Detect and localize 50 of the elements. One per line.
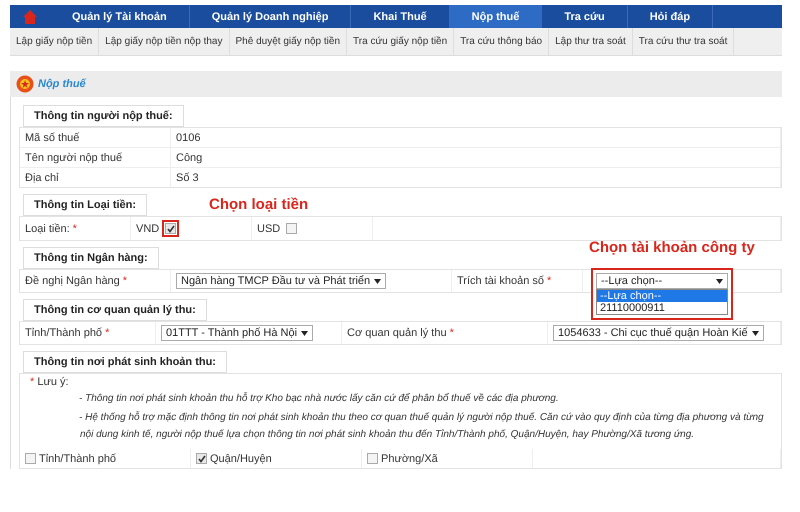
field-label: Mã số thuế [20,128,171,147]
checkbox[interactable] [196,453,207,464]
checkbox[interactable] [25,453,36,464]
caret-icon [374,278,382,284]
account-select[interactable]: --Lựa chọn-- [596,273,728,289]
section-title: Thông tin Loại tiền: [23,194,148,216]
dropdown-option[interactable]: --Lựa chọn-- [597,290,727,302]
field-value: Công [171,148,781,167]
subnav-link[interactable]: Lập giấy nộp tiền [10,28,100,55]
checkbox-label: Tỉnh/Thành phố [39,452,116,464]
emblem-icon [16,75,34,93]
subnav-link[interactable]: Lập thư tra soát [549,28,633,55]
checkbox-label: USD [257,222,280,234]
subnav-link[interactable]: Phê duyệt giấy nộp tiền [230,28,348,55]
note-text: - Thông tin nơi phát sinh khoản thu hỗ trợ Kho bạc nhà nước lấy căn cứ để phân bổ thuế về các địa phương. [80,391,560,406]
subnav-link[interactable]: Tra cứu thư tra soát [632,28,734,55]
bank-select[interactable]: Ngân hàng TMCP Đầu tư và Phát triển [176,273,386,289]
annotation-text: Chọn loại tiền [209,196,308,213]
field-value: Số 3 [171,168,781,187]
field-label: Tên người nộp thuế [20,148,171,167]
checkbox[interactable] [367,453,378,464]
checkbox-label: VND [136,222,160,234]
select-field[interactable]: 01TTT - Thành phố Hà Nội [161,325,314,341]
checkbox-label: Phường/Xã [381,452,438,464]
field-label: Đề nghị Ngân hàng * [20,270,171,292]
caret-icon [752,330,759,336]
section-title: Thông tin nơi phát sinh khoản thu: [23,351,227,373]
annotation-text: Chọn tài khoản công ty [589,239,755,256]
subnav-link[interactable]: Lập giấy nộp tiền nộp thay [99,28,230,55]
field-label: Cơ quan quản lý thu * [342,322,548,344]
subnav-link[interactable]: Tra cứu giấy nộp tiền [347,28,454,55]
field-label: Địa chỉ [20,168,171,187]
section-title: Thông tin cơ quan quản lý thu: [23,299,207,321]
field-label: Loại tiền: * [20,217,131,240]
field-label: Tỉnh/Thành phố * [20,322,156,344]
note-label: * Lưu ý: [30,376,70,388]
section-title: Thông tin người nộp thuế: [23,105,184,127]
field-value: 0106 [171,128,781,147]
page-title: Nộp thuế [38,78,86,90]
note-text: - Hệ thống hỗ trợ mặc định thông tin nơi phát sinh khoản thu theo cơ quan thuế quản lý người nộp thuế. Căn cứ vào quy định của từng địa phương và từng nội dung kinh tế, người nộp thuế lựa chọn thông tin nơi phát sinh khoản thu đến Tỉnh/Thành phố, Quận/Huyện, hay Phường/Xã tương ứng. [80,410,765,442]
checkbox[interactable] [165,223,176,234]
caret-icon [716,278,723,284]
checkbox-label: Quận/Huyện [210,452,272,464]
section-title: Thông tin Ngân hàng: [23,247,159,269]
field-label: Trích tài khoản số * [452,270,583,292]
nav-tab[interactable]: Nộp thuế [450,5,542,28]
checkbox[interactable] [286,223,298,234]
caret-icon [301,330,308,336]
subnav-link[interactable]: Tra cứu thông báo [454,28,550,55]
select-field[interactable]: 1054633 - Chi cục thuế quận Hoàn Kiế [553,325,764,341]
